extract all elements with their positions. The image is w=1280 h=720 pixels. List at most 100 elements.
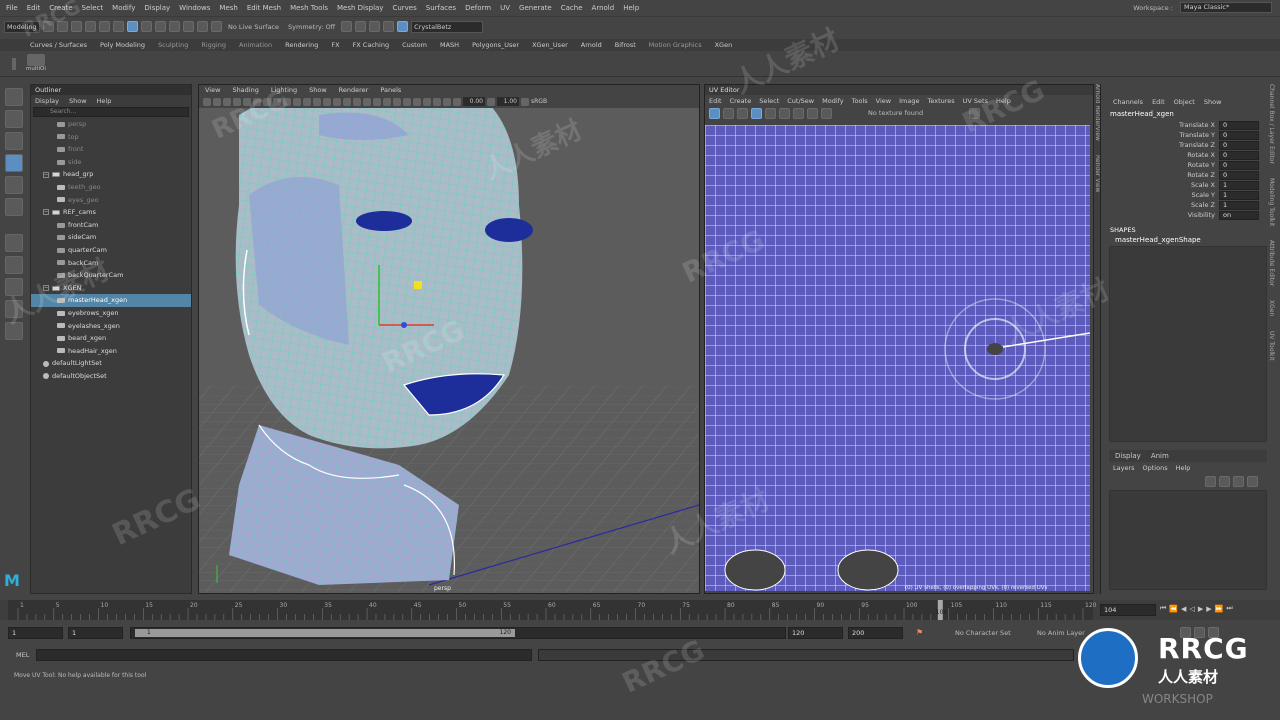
side-tab-xgen[interactable]: XGen (1268, 300, 1275, 316)
bookmark-icon[interactable] (223, 97, 231, 106)
shelf-tab-rendering[interactable]: Rendering (285, 41, 318, 49)
shelf-tab-animation[interactable]: Animation (239, 41, 272, 49)
outliner-item-xgen[interactable]: − XGEN (31, 282, 191, 295)
menu-file[interactable]: File (6, 4, 18, 12)
expand-toggle-icon[interactable]: − (43, 171, 49, 178)
uv-menu-cut-sew[interactable]: Cut/Sew (787, 97, 814, 105)
menu-generate[interactable]: Generate (519, 4, 552, 12)
attr-value-field[interactable]: 1 (1219, 180, 1259, 190)
anti-alias-icon[interactable] (383, 97, 391, 106)
side-tab-channel-box-layer-editor[interactable]: Channel Box / Layer Editor (1268, 84, 1275, 164)
channel-menu-edit[interactable]: Edit (1152, 98, 1165, 106)
uv-checker-icon[interactable] (779, 107, 790, 119)
snap-point-icon[interactable] (183, 21, 194, 32)
uv-menu-modify[interactable]: Modify (822, 97, 844, 105)
side-tab-uv-toolkit[interactable]: UV Toolkit (1268, 331, 1275, 361)
outliner-item-defaultlightset[interactable]: defaultLightSet (31, 357, 191, 370)
shelf-tab-bifrost[interactable]: Bifrost (615, 41, 636, 49)
user-dropdown[interactable]: CrystalBetz (411, 20, 484, 33)
mel-input[interactable] (36, 649, 532, 661)
gamma-icon[interactable] (487, 97, 495, 106)
menu-deform[interactable]: Deform (465, 4, 491, 12)
attr-value-field[interactable]: 0 (1219, 120, 1259, 130)
uv-image-icon[interactable] (821, 107, 832, 119)
resolution-gate-icon[interactable] (263, 97, 271, 106)
attr-value-field[interactable]: 0 (1219, 150, 1259, 160)
shelf-tab-motion-graphics[interactable]: Motion Graphics (649, 41, 702, 49)
layer-tab-anim[interactable]: Anim (1151, 452, 1169, 460)
outliner-item-top[interactable]: top (31, 131, 191, 144)
workspace-selector[interactable]: Workspace : Maya Classic* (1130, 2, 1272, 13)
layer-menu-options[interactable]: Options (1143, 464, 1168, 472)
expand-toggle-icon[interactable]: − (43, 285, 49, 292)
backface-cull-icon[interactable] (443, 97, 451, 106)
viewport-menu-renderer[interactable]: Renderer (339, 86, 369, 94)
layout-four-icon[interactable] (5, 278, 23, 296)
menu-help[interactable]: Help (623, 4, 639, 12)
camera-attr-icon[interactable] (213, 97, 221, 106)
ambient-occlusion-icon[interactable] (363, 97, 371, 106)
move-layer-down-icon[interactable] (1219, 476, 1230, 487)
shelf-tab-fx-caching[interactable]: FX Caching (353, 41, 390, 49)
shelf-tab-curves-surfaces[interactable]: Curves / Surfaces (30, 41, 87, 49)
attr-value-field[interactable]: 0 (1219, 170, 1259, 180)
shelf-tab-mash[interactable]: MASH (440, 41, 459, 49)
shelf-tab-polygons-user[interactable]: Polygons_User (472, 41, 519, 49)
wireframe-icon[interactable] (303, 97, 311, 106)
attr-value-field[interactable]: 0 (1219, 130, 1259, 140)
shadows-icon[interactable] (353, 97, 361, 106)
uv-select-icon[interactable] (709, 107, 720, 119)
menu-cache[interactable]: Cache (561, 4, 583, 12)
layout-side-icon[interactable] (5, 300, 23, 318)
play-forward-icon[interactable]: ▶ (1198, 605, 1203, 613)
uv-brightness-icon[interactable] (969, 107, 981, 119)
end-time-field[interactable]: 200 (848, 627, 903, 639)
shelf-menu-icon[interactable] (12, 58, 16, 70)
uv-move-icon[interactable] (723, 107, 734, 119)
safe-action-icon[interactable] (293, 97, 301, 106)
layer-menu-help[interactable]: Help (1176, 464, 1191, 472)
outliner-menu-display[interactable]: Display (35, 97, 59, 105)
color-mgmt-icon[interactable] (521, 97, 529, 106)
attr-value-field[interactable]: 0 (1219, 160, 1259, 170)
snap-curve-icon[interactable] (169, 21, 180, 32)
lasso-tool-icon[interactable] (5, 110, 23, 128)
mash-tool-icon[interactable] (27, 54, 45, 66)
depth-of-field-icon[interactable] (393, 97, 401, 106)
field-chart-icon[interactable] (283, 97, 291, 106)
outliner-item-eyebrows-xgen[interactable]: eyebrows_xgen (31, 307, 191, 320)
outliner-item-head-grp[interactable]: − head_grp (31, 168, 191, 181)
uv-menu-select[interactable]: Select (759, 97, 779, 105)
render-icon[interactable] (341, 21, 353, 32)
menu-display[interactable]: Display (144, 4, 170, 12)
paint-select-icon[interactable] (5, 132, 23, 150)
step-forward-key-icon[interactable]: ⏩ (1215, 605, 1224, 613)
viewport-menu-view[interactable]: View (205, 86, 220, 94)
save-scene-icon[interactable] (71, 21, 82, 32)
camera-select-icon[interactable] (203, 97, 211, 106)
layer-menu-layers[interactable]: Layers (1113, 464, 1135, 472)
menu-set-dropdown[interactable]: Modeling (4, 20, 40, 33)
select-object-icon[interactable] (127, 21, 138, 32)
shelf-tab-fx[interactable]: FX (331, 41, 339, 49)
uv-menu-view[interactable]: View (876, 97, 891, 105)
character-set-dropdown[interactable]: No Character Set (952, 629, 1014, 637)
current-frame-field[interactable]: 104 (1100, 604, 1156, 616)
shelf-tab-sculpting[interactable]: Sculpting (158, 41, 188, 49)
uv-menu-textures[interactable]: Textures (927, 97, 954, 105)
outliner-item-ref-cams[interactable]: − REF_cams (31, 206, 191, 219)
grid-toggle-icon[interactable] (243, 97, 251, 106)
outliner-search-input[interactable]: Search... (33, 107, 189, 117)
outliner-menu-help[interactable]: Help (97, 97, 112, 105)
image-plane-icon[interactable] (233, 97, 241, 106)
menu-modify[interactable]: Modify (112, 4, 135, 12)
attr-value-field[interactable]: 1 (1219, 200, 1259, 210)
scale-tool-icon[interactable] (5, 198, 23, 216)
outliner-item-persp[interactable]: persp (31, 118, 191, 131)
perspective-viewport[interactable]: View Shading Lighting Show Renderer Panels 0.… (198, 84, 700, 594)
select-tool-icon[interactable] (5, 88, 23, 106)
menu-mesh[interactable]: Mesh (219, 4, 237, 12)
shelf-tab-xgen-user[interactable]: XGen_User (532, 41, 568, 49)
wireframe-on-shaded-icon[interactable] (323, 97, 331, 106)
redo-icon[interactable] (99, 21, 110, 32)
